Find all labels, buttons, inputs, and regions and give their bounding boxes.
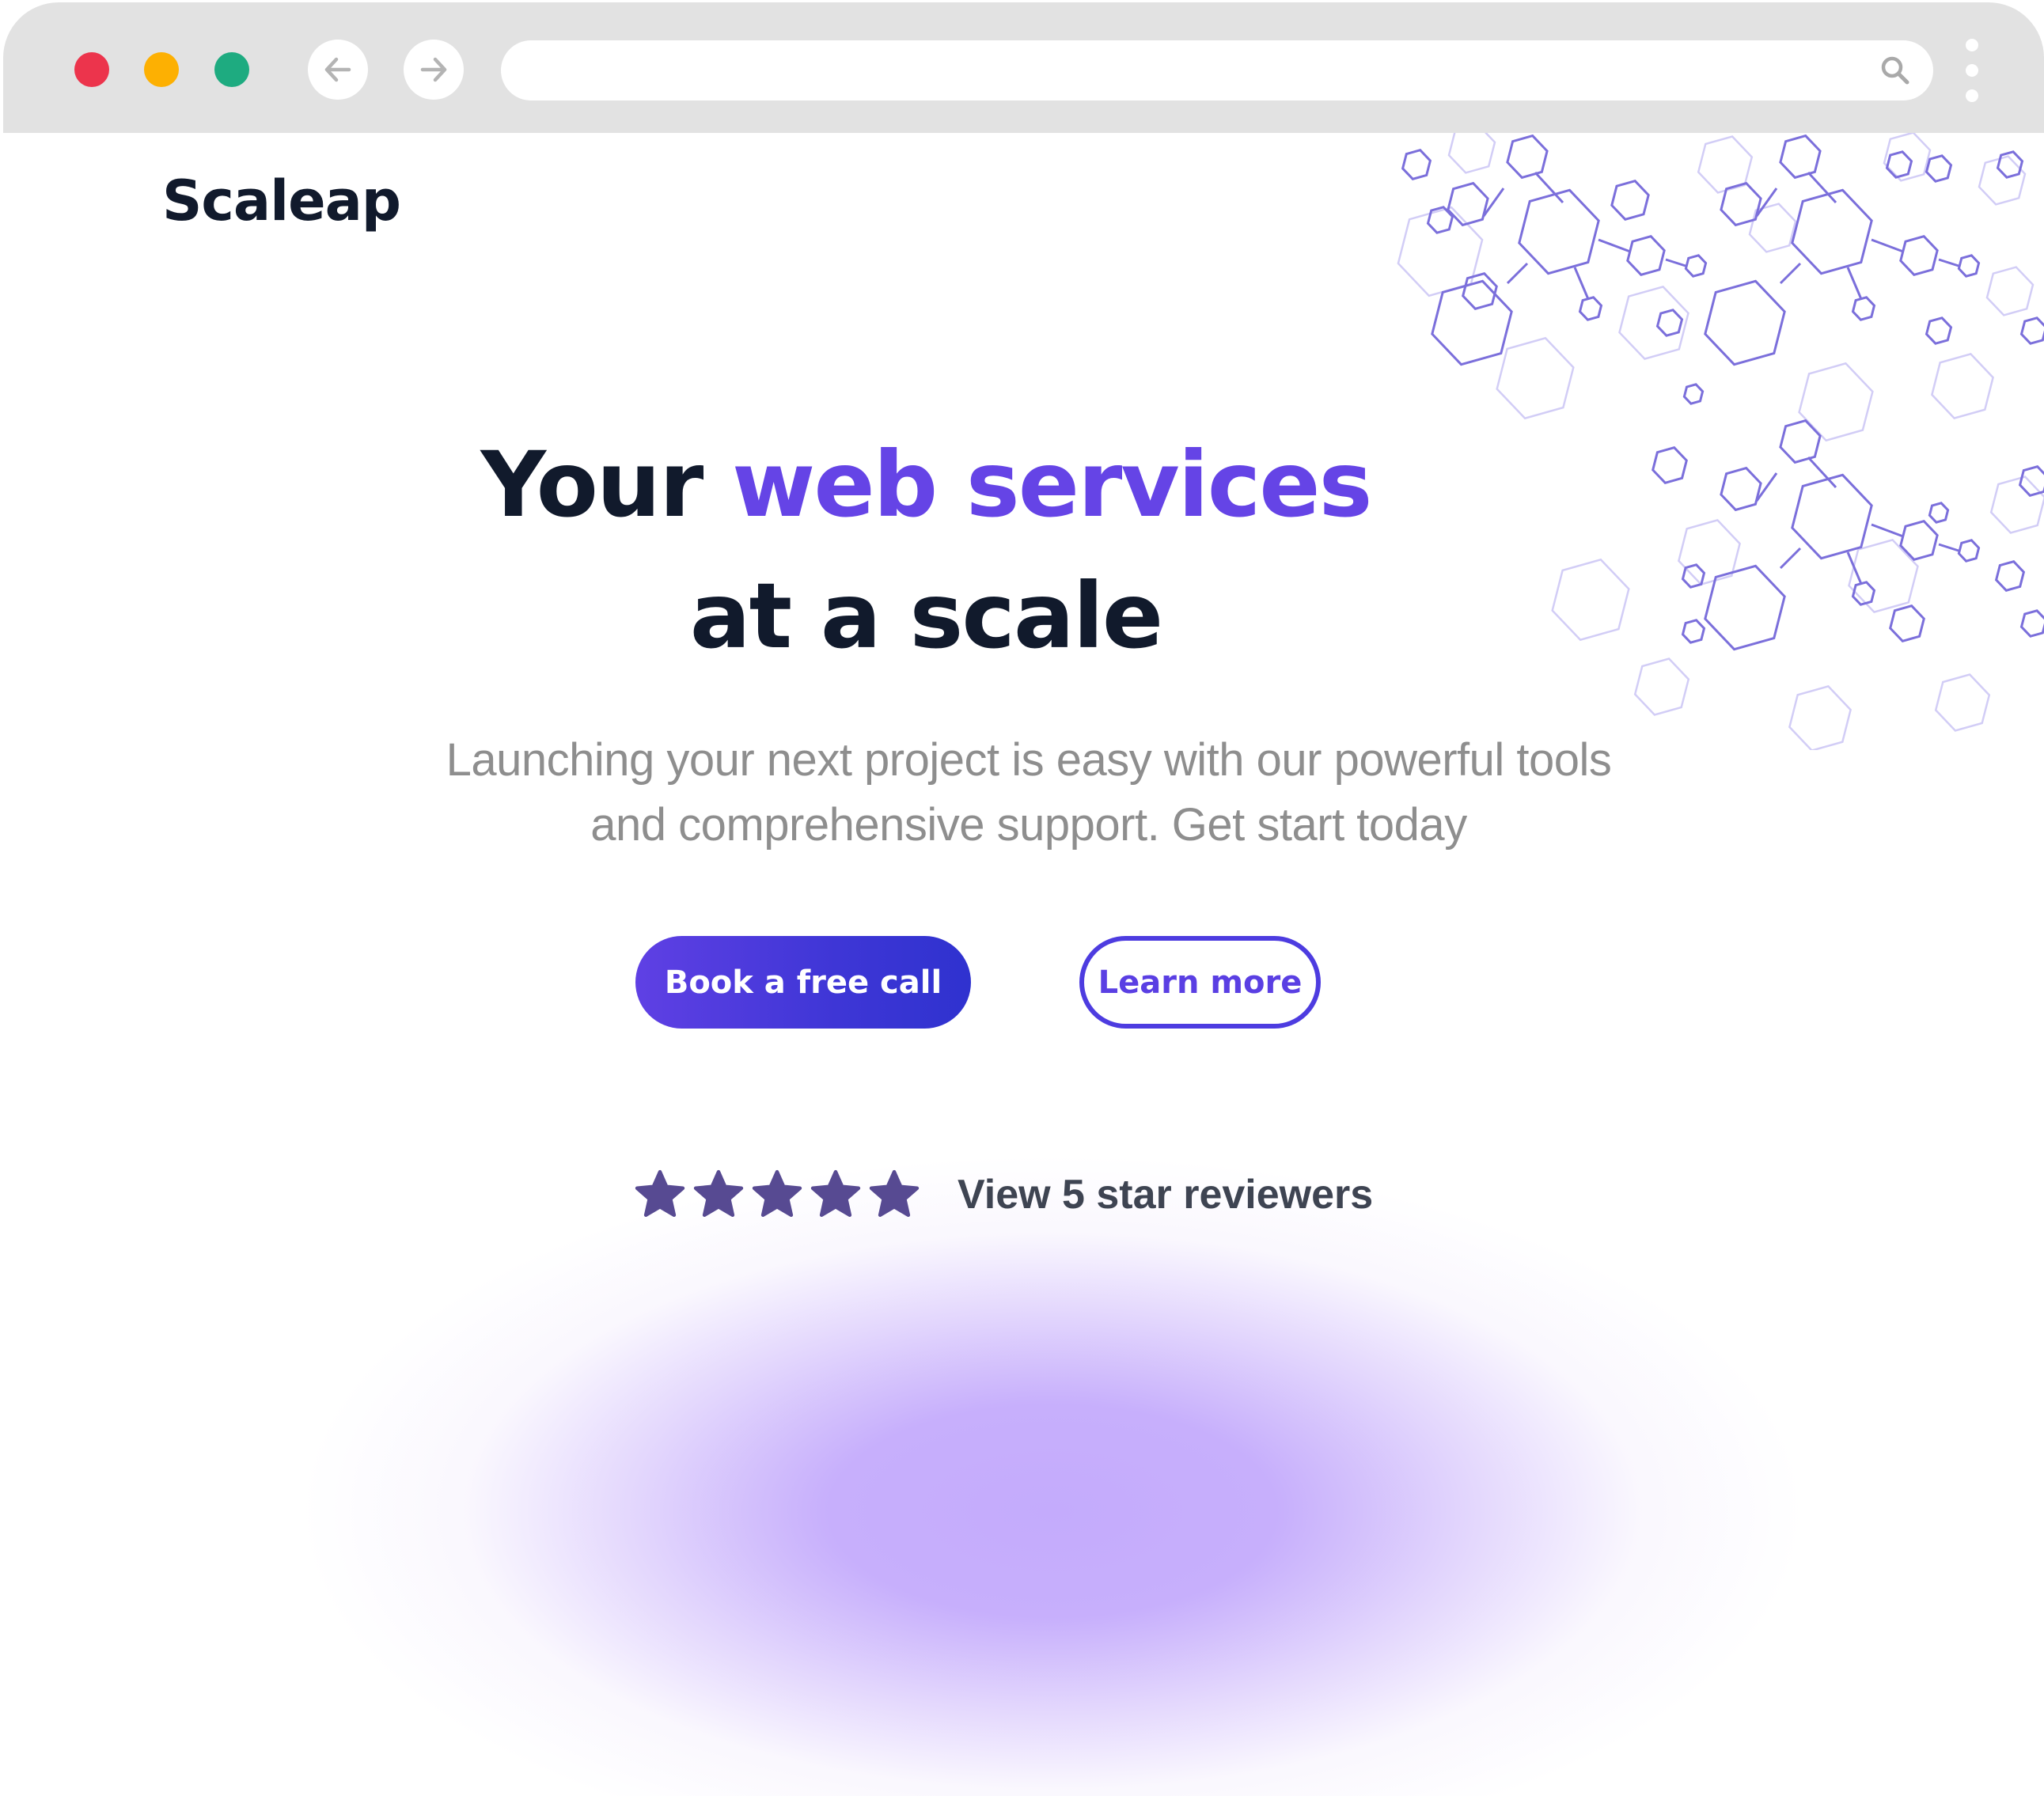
hexagon-shape — [1705, 281, 1784, 364]
hexagon-shape — [1780, 136, 1820, 178]
kebab-dot-icon — [1966, 89, 1978, 102]
hexagon-shape — [1927, 156, 1951, 181]
hexagon-shape — [1792, 190, 1871, 273]
hexagon-shape — [1705, 566, 1784, 649]
hexagon-shape — [1890, 606, 1925, 642]
molecule-bond — [1780, 263, 1800, 283]
hexagon-shape — [1887, 152, 1912, 177]
hero-subtext: Launching your next project is easy with… — [237, 728, 1820, 858]
star-rating — [633, 1168, 921, 1222]
star-icon — [809, 1168, 863, 1222]
reviews-row: View 5 star reviewers — [633, 1163, 1373, 1226]
hexagon-shape — [1449, 133, 1495, 172]
close-window-button[interactable] — [74, 52, 109, 87]
address-input[interactable] — [533, 40, 1865, 102]
hexagon-shape — [1497, 338, 1574, 418]
hexagon-shape — [1849, 540, 1918, 612]
minimize-window-button[interactable] — [144, 52, 179, 87]
molecule-bond — [1871, 525, 1903, 536]
headline-line2: at a scale — [690, 563, 1162, 669]
hexagon-shape — [2020, 467, 2044, 496]
molecule-bond — [1575, 267, 1588, 299]
hero-headline: Your web services at a scale — [237, 419, 1614, 682]
search-icon[interactable] — [1879, 55, 1911, 86]
molecule-bond — [1507, 263, 1527, 283]
book-free-call-button[interactable]: Book a free call — [635, 936, 971, 1029]
hexagon-shape — [1987, 267, 2033, 316]
hexagon-shape — [1580, 297, 1602, 320]
hexagon-shape — [1936, 675, 1989, 731]
hexagon-shape — [1658, 310, 1682, 335]
hexagon-shape — [1998, 152, 2023, 177]
hexagon-shape — [1853, 297, 1875, 320]
forward-button[interactable] — [404, 40, 464, 100]
hexagon-shape — [1620, 286, 1689, 358]
hexagon-shape — [1684, 385, 1702, 404]
molecule-bond — [1939, 260, 1959, 266]
hexagon-shape — [1612, 181, 1648, 220]
star-icon — [750, 1168, 804, 1222]
hexagon-shape — [1901, 237, 1937, 275]
hexagon-shape — [1959, 256, 1978, 276]
subtext-line2: and comprehensive support. Get start tod… — [590, 799, 1466, 851]
hexagon-shape — [1997, 562, 2024, 591]
learn-more-button[interactable]: Learn more — [1079, 936, 1321, 1029]
hexagon-shape — [1635, 659, 1689, 715]
molecule-bond — [1666, 260, 1686, 266]
address-bar — [501, 40, 1933, 100]
hexagon-shape — [1507, 136, 1547, 178]
star-icon — [633, 1168, 687, 1222]
hexagon-shape — [1929, 503, 1947, 522]
star-icon — [692, 1168, 745, 1222]
hexagon-shape — [1686, 256, 1705, 276]
molecule-bond — [1939, 544, 1959, 551]
hexagon-shape — [1932, 354, 1993, 418]
hexagon-shape — [1448, 184, 1488, 225]
hexagon-shape — [1519, 190, 1598, 273]
headline-prefix: Your — [481, 432, 732, 537]
hexagon-shape — [1653, 448, 1687, 483]
hexagon-shape — [1991, 477, 2044, 533]
kebab-dot-icon — [1966, 39, 1978, 51]
hexagon-shape — [2022, 611, 2044, 636]
hexagon-shape — [1979, 157, 2025, 205]
arrow-right-icon — [418, 54, 449, 85]
browser-toolbar — [3, 2, 2044, 133]
back-button[interactable] — [308, 40, 368, 100]
headline-accent: web services — [732, 432, 1371, 537]
maximize-window-button[interactable] — [214, 52, 249, 87]
hexagon-shape — [1959, 540, 1978, 561]
hexagon-shape — [1398, 207, 1482, 296]
hexagon-shape — [1792, 475, 1871, 558]
hexagon-shape — [1678, 520, 1739, 584]
arrow-left-icon — [322, 54, 354, 85]
molecule-bond — [1598, 240, 1630, 252]
molecule-bond — [1780, 548, 1800, 568]
star-icon — [867, 1168, 921, 1222]
hexagon-shape — [1683, 620, 1705, 642]
hexagon-shape — [1628, 237, 1664, 275]
molecule-bond — [1848, 267, 1861, 299]
hexagon-shape — [2022, 318, 2044, 343]
hexagon-shape — [1799, 363, 1873, 440]
site-logo[interactable]: Scaleap — [162, 169, 400, 233]
subtext-line1: Launching your next project is easy with… — [446, 734, 1612, 786]
hexagon-shape — [1721, 184, 1761, 225]
view-reviews-link[interactable]: View 5 star reviewers — [958, 1171, 1373, 1218]
hexagon-shape — [1721, 468, 1761, 510]
kebab-dot-icon — [1966, 64, 1978, 77]
hexagon-shape — [1403, 150, 1431, 180]
hexagon-shape — [1432, 281, 1511, 364]
kebab-menu-button[interactable] — [1959, 34, 1985, 107]
molecule-bond — [1871, 240, 1903, 252]
hexagon-shape — [1927, 318, 1951, 343]
